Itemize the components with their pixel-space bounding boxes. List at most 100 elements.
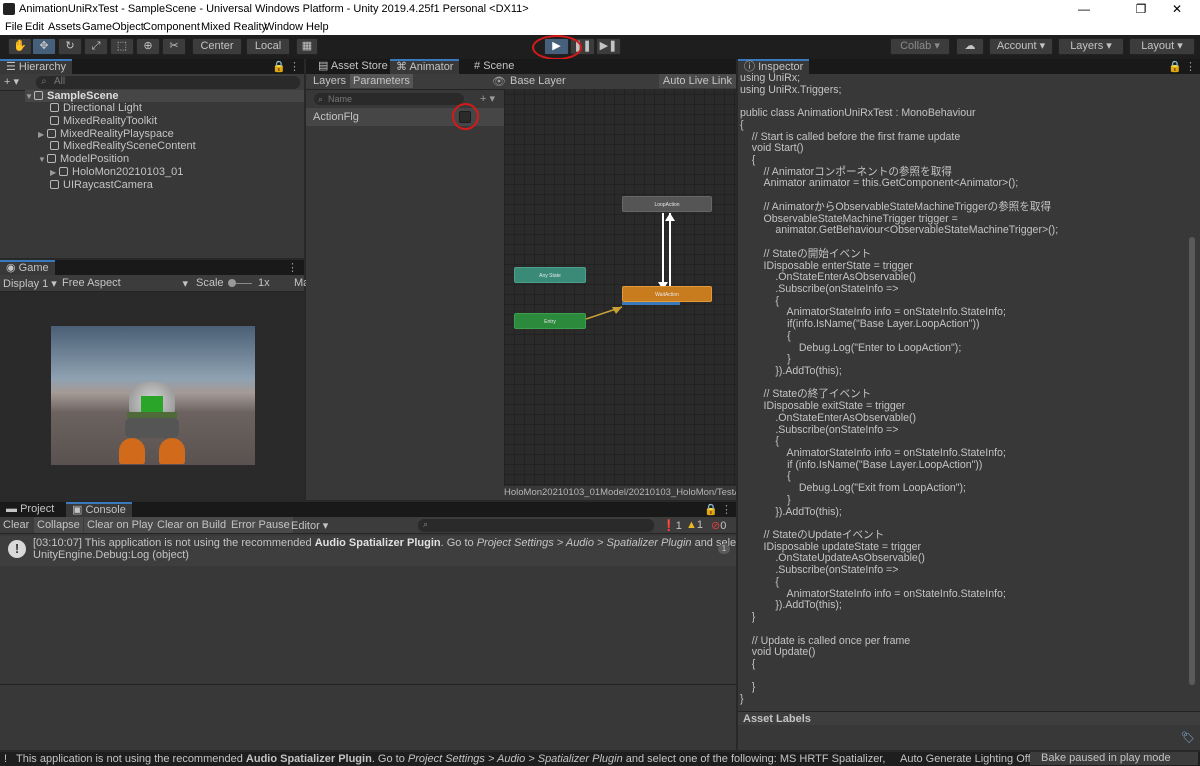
label-tag-icon[interactable]: 🏷 (1181, 731, 1195, 744)
game-viewport[interactable] (51, 326, 255, 465)
scale-slider-handle[interactable] (228, 279, 236, 287)
character-body (125, 418, 179, 438)
state-progress-bar (622, 302, 680, 305)
parameter-search-input[interactable]: ⌕ Name (314, 93, 464, 105)
menu-file[interactable]: File (5, 21, 23, 33)
script-source-preview: using UniRx; using UniRx.Triggers; publi… (740, 72, 1059, 706)
menu-component[interactable]: Component (143, 21, 200, 33)
hierarchy-item-mrtk[interactable]: MixedRealityToolkit (50, 115, 157, 127)
collab-dropdown[interactable]: Collab ▾ (890, 38, 950, 55)
grid-snap-icon[interactable]: ▦ (296, 38, 318, 55)
inspector-scrollbar[interactable] (1189, 237, 1195, 685)
search-icon: ⌕ (318, 94, 324, 104)
hierarchy-item-raycast-camera[interactable]: UIRaycastCamera (50, 179, 153, 191)
gameobject-icon (50, 116, 59, 125)
panel-menu-icon[interactable]: 🔒 ⋮ (272, 60, 300, 73)
animator-graph[interactable]: 👁 Base Layer Auto Live Link LoopAction W… (492, 74, 736, 500)
error-icon: ⊘ (711, 520, 721, 532)
account-dropdown[interactable]: Account ▾ (989, 38, 1053, 55)
menu-assets[interactable]: Assets (48, 21, 81, 33)
transform-tool-icon[interactable]: ⊕ (136, 38, 160, 55)
warning-icon: ▲ (686, 519, 697, 531)
hierarchy-item-model-position[interactable]: ▼ ModelPosition (38, 153, 129, 165)
add-parameter-button[interactable]: + ▾ (480, 92, 495, 105)
menu-gameobject[interactable]: GameObject (82, 21, 144, 33)
rect-tool-icon[interactable]: ⬚ (110, 38, 134, 55)
console-error-pause-button[interactable]: Error Pause (228, 517, 293, 533)
menu-help[interactable]: Help (306, 21, 329, 33)
gameobject-icon (50, 141, 59, 150)
close-button[interactable]: ✕ (1154, 0, 1200, 19)
transition-down[interactable] (662, 213, 664, 287)
console-search-input[interactable]: ⌕ (418, 519, 654, 532)
console-log-entry[interactable]: ! [03:10:07] This application is not usi… (0, 536, 736, 566)
state-node-loopaction[interactable]: LoopAction (622, 196, 712, 212)
console-log-message: [03:10:07] This application is not using… (33, 537, 736, 549)
layers-dropdown[interactable]: Layers ▾ (1058, 38, 1124, 55)
cloud-icon[interactable]: ☁ (956, 38, 984, 55)
menu-edit[interactable]: Edit (25, 21, 44, 33)
pivot-center-button[interactable]: Center (192, 38, 242, 55)
gameobject-icon (50, 103, 59, 112)
rotate-tool-icon[interactable]: ↻ (58, 38, 82, 55)
tab-scene[interactable]: # Scene (468, 59, 520, 74)
menu-window[interactable]: Window (264, 21, 303, 33)
tab-hierarchy[interactable]: ☰ Hierarchy (0, 59, 72, 74)
console-error-toggle[interactable]: ⊘0 (711, 519, 726, 532)
hierarchy-item-playspace[interactable]: ▶ MixedRealityPlayspace (38, 128, 174, 140)
state-node-waitaction[interactable]: WaitAction (622, 286, 712, 302)
tab-asset-store[interactable]: ▤ Asset Store (312, 59, 394, 74)
aspect-dropdown[interactable]: Free Aspect ▾ (62, 277, 190, 290)
status-message[interactable]: This application is not using the recomm… (16, 753, 889, 765)
tab-console[interactable]: ▣ Console (66, 502, 132, 517)
character-visor (141, 396, 163, 412)
hierarchy-item-directional-light[interactable]: Directional Light (50, 102, 142, 114)
title-bar: AnimationUniRxTest - SampleScene - Unive… (0, 0, 1200, 19)
breadcrumb-base-layer[interactable]: Base Layer (510, 75, 566, 87)
scale-tool-icon[interactable]: ⤢ (84, 38, 108, 55)
bake-status[interactable]: Bake paused in play mode (1030, 752, 1198, 765)
tab-game[interactable]: ◉ Game (0, 260, 55, 275)
console-warning-toggle[interactable]: ▲1 (686, 519, 703, 531)
panel-menu-icon[interactable]: 🔒 ⋮ (1168, 60, 1196, 73)
scene-root[interactable]: ▼ SampleScene (25, 90, 304, 102)
parameter-row[interactable]: ActionFlg (306, 103, 504, 130)
panel-menu-icon[interactable]: ⋮ (287, 261, 298, 274)
step-button[interactable]: ▶❚ (596, 38, 621, 55)
auto-lighting-status[interactable]: Auto Generate Lighting Off (900, 753, 1031, 765)
tab-parameters[interactable]: Parameters (350, 74, 413, 88)
tab-animator[interactable]: ⌘ Animator (390, 59, 460, 74)
state-node-any-state[interactable]: Any State (514, 267, 586, 283)
panel-menu-icon[interactable]: 🔒 ⋮ (704, 503, 732, 516)
pivot-local-button[interactable]: Local (246, 38, 290, 55)
transition-up[interactable] (669, 213, 671, 287)
create-button[interactable]: + ▾ (4, 75, 19, 88)
console-collapse-button[interactable]: Collapse (34, 517, 83, 533)
unity-logo-icon (3, 3, 15, 15)
console-info-toggle[interactable]: ❗1 (662, 519, 682, 532)
hand-tool-icon[interactable]: ✋ (8, 38, 32, 55)
console-editor-dropdown[interactable]: Editor ▾ (291, 519, 328, 532)
eye-icon[interactable]: 👁 (492, 75, 506, 88)
tab-layers[interactable]: Layers (310, 75, 349, 87)
menu-mixed-reality[interactable]: Mixed Reality (201, 21, 267, 33)
character-leg-right (159, 438, 185, 464)
custom-tool-icon[interactable]: ✂ (162, 38, 186, 55)
console-clear-on-build-button[interactable]: Clear on Build (154, 517, 230, 533)
auto-live-link-button[interactable]: Auto Live Link (658, 74, 736, 88)
tab-project[interactable]: ▬ Project (0, 502, 60, 517)
layout-dropdown[interactable]: Layout ▾ (1129, 38, 1195, 55)
hierarchy-item-holomon[interactable]: ▶ HoloMon20210103_01 (50, 166, 183, 178)
move-tool-icon[interactable]: ✥ (32, 38, 56, 55)
scale-value: 1x (258, 277, 270, 289)
console-clear-button[interactable]: Clear (3, 519, 29, 531)
display-dropdown[interactable]: Display 1 ▾ (3, 277, 57, 290)
console-divider (0, 684, 736, 685)
character-leg-left (119, 438, 145, 464)
hierarchy-item-scene-content[interactable]: MixedRealitySceneContent (50, 140, 196, 152)
state-node-entry[interactable]: Entry (514, 313, 586, 329)
hierarchy-search-input[interactable]: ⌕ All (36, 76, 300, 89)
console-clear-on-play-button[interactable]: Clear on Play (84, 517, 157, 533)
minimize-button[interactable]: — (1061, 0, 1107, 19)
store-icon: ▤ (318, 60, 331, 72)
